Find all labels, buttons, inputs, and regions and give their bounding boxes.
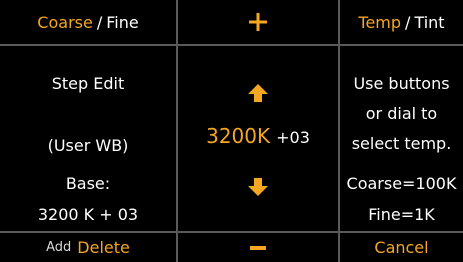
mode-info-panel: Step Edit (User WB) Base: 3200 K + 03	[0, 46, 176, 231]
add-delete-cell: Add Delete	[0, 233, 176, 262]
minus-icon	[250, 245, 266, 250]
coarse-fine-separator: /	[96, 12, 103, 32]
temp-label: Temp	[358, 12, 402, 32]
white-balance-step-edit-screen: Coarse / Fine Temp / Tint Step Edit (Use…	[0, 0, 463, 262]
base-label: Base:	[65, 174, 111, 193]
help-line-3: select temp.	[351, 134, 452, 153]
fine-label: Fine	[106, 12, 139, 32]
help-line-1: Use buttons	[353, 74, 450, 93]
mode-title: Step Edit	[51, 74, 125, 93]
base-value: 3200 K + 03	[37, 205, 139, 224]
coarse-label: Coarse	[37, 12, 93, 32]
arrow-up-icon[interactable]	[248, 84, 268, 102]
help-panel: Use buttons or dial to select temp. Coar…	[340, 46, 463, 231]
current-value-display: 3200K +03	[178, 124, 338, 148]
value-adjust-panel: 3200K +03	[178, 46, 338, 231]
increase-button[interactable]	[178, 0, 338, 44]
temp-tint-toggle-button[interactable]: Temp / Tint	[340, 0, 463, 44]
delete-button[interactable]: Delete	[77, 238, 130, 257]
coarse-fine-toggle-button[interactable]: Coarse / Fine	[0, 0, 176, 44]
temp-tint-separator: /	[405, 12, 411, 32]
plus-icon	[249, 13, 267, 31]
cancel-label: Cancel	[374, 238, 429, 257]
tint-label: Tint	[414, 12, 445, 32]
fine-step-info: Fine=1K	[368, 205, 435, 224]
mode-subtitle: (User WB)	[47, 136, 129, 155]
add-button[interactable]: Add	[46, 240, 71, 255]
arrow-down-icon[interactable]	[248, 178, 268, 196]
help-line-2: or dial to	[365, 104, 438, 123]
decrease-button[interactable]	[178, 233, 338, 262]
cancel-button[interactable]: Cancel	[340, 233, 463, 262]
tint-offset-value: +03	[276, 128, 310, 147]
coarse-step-info: Coarse=100K	[346, 174, 457, 193]
temperature-value: 3200K	[206, 124, 271, 148]
